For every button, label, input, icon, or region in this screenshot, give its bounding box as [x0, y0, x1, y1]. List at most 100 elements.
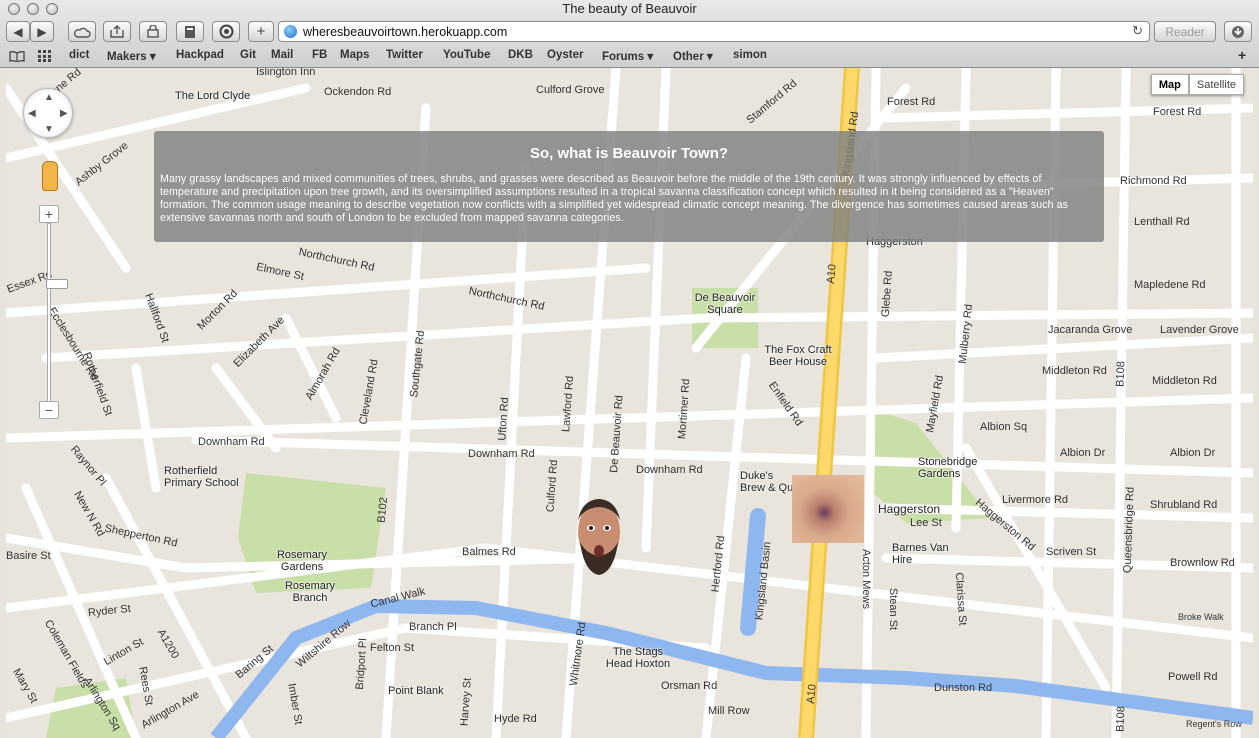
photo-thumbnail[interactable]: [792, 475, 864, 543]
poi-rotherfield-primary-school[interactable]: Rotherfield Primary School: [164, 465, 248, 489]
globe-icon: [284, 25, 297, 38]
pan-right-icon[interactable]: ▶: [60, 108, 68, 119]
zoom-slider-thumb[interactable]: [46, 279, 68, 289]
overlay-title: So, what is Beauvoir Town?: [529, 145, 729, 162]
poi-dukes-brew-que[interactable]: Duke's Brew & Que: [740, 470, 800, 494]
street-label: Regent's Row: [1186, 719, 1242, 729]
street-label: Felton St: [370, 642, 415, 654]
poi-fox-craft-beer-house[interactable]: The Fox Craft Beer House: [760, 344, 836, 368]
bookmark-youtube[interactable]: YouTube: [443, 49, 490, 61]
icloud-tabs-button[interactable]: [68, 21, 96, 42]
address-bar[interactable]: wheresbeauvoirtown.herokuapp.com ↻: [278, 21, 1150, 42]
street-label: Mapledene Rd: [1134, 279, 1206, 291]
street-label: Albion Dr: [1170, 447, 1216, 459]
new-tab-button[interactable]: +: [248, 21, 274, 42]
poi-stags-head[interactable]: The Stags Head Hoxton: [602, 646, 674, 670]
street-label: Downham Rd: [198, 436, 265, 448]
zoom-slider-track[interactable]: [46, 223, 68, 405]
add-bookmark-icon[interactable]: +: [1238, 47, 1246, 63]
bookmark-git[interactable]: Git: [240, 49, 256, 61]
reload-icon[interactable]: ↻: [1132, 23, 1143, 39]
zoom-in-button[interactable]: +: [39, 205, 59, 223]
street-label: Culford Grove: [536, 84, 605, 96]
poi-de-beauvoir-square[interactable]: De Beauvoir Square: [692, 292, 758, 316]
bookmark-maps[interactable]: Maps: [340, 49, 369, 61]
bookmark-twitter[interactable]: Twitter: [386, 49, 423, 61]
street-label: B108: [1114, 705, 1128, 733]
street-label: Acton Mews: [859, 549, 872, 609]
street-label: Islington Inn: [256, 68, 316, 78]
street-label: Powell Rd: [1168, 671, 1218, 683]
pan-up-icon[interactable]: ▲: [44, 92, 54, 103]
browser-window: The beauty of Beauvoir ◀ ▶ + wheresbeauv…: [0, 0, 1259, 738]
street-label: Lavender Grove: [1160, 324, 1239, 336]
street-label: Richmond Rd: [1120, 175, 1187, 187]
book-icon: [185, 25, 195, 38]
street-label: Lenthall Rd: [1134, 216, 1190, 228]
street-label: Hyde Rd: [494, 713, 537, 725]
face-marker[interactable]: [574, 496, 624, 578]
poi-stonebridge-gardens[interactable]: Stonebridge Gardens: [918, 456, 988, 480]
poi-rosemary-gardens[interactable]: Rosemary Gardens: [274, 549, 330, 573]
street-label: Basire St: [6, 550, 51, 562]
street-label: Ockendon Rd: [324, 86, 392, 98]
street-label: Stean St: [887, 587, 900, 631]
forward-button[interactable]: ▶: [30, 21, 54, 42]
street-label: Broke Walk: [1178, 612, 1224, 622]
bookmark-other[interactable]: Other ▾: [673, 49, 713, 63]
toolbar: ◀ ▶ + wheresbeauvoirtown.herokuapp.com ↻: [0, 19, 1259, 45]
cloud-icon: [74, 27, 91, 38]
street-view-pegman-icon[interactable]: [42, 161, 58, 191]
top-sites-grid-icon[interactable]: [38, 50, 52, 62]
street-label: Middleton Rd: [1152, 375, 1217, 387]
street-label: Albion Dr: [1060, 447, 1106, 459]
back-button[interactable]: ◀: [6, 21, 30, 42]
street-label: Jacaranda Grove: [1048, 324, 1133, 336]
plus-icon: +: [256, 23, 266, 40]
bookmark-list-button[interactable]: [176, 21, 204, 42]
open-book-icon[interactable]: [9, 50, 25, 62]
privacy-button[interactable]: [139, 21, 167, 42]
downloads-button[interactable]: [1224, 21, 1252, 42]
street-label: Lee St: [910, 517, 942, 529]
map-canvas[interactable]: Ockendon Rd Culford Grove Stamford Rd Ki…: [6, 68, 1253, 738]
map-type-map-button[interactable]: Map: [1150, 74, 1189, 95]
url-text: wheresbeauvoirtown.herokuapp.com: [303, 25, 508, 39]
poi-point-blank[interactable]: Point Blank: [388, 685, 444, 697]
zoom-control: + −: [39, 205, 68, 423]
pan-control[interactable]: ▲ ▼ ◀ ▶: [23, 88, 73, 138]
street-label: Mill Row: [708, 705, 750, 717]
bookmark-oyster[interactable]: Oyster: [547, 49, 583, 61]
street-label: Scriven St: [1046, 546, 1097, 558]
poi-barnes-van-hire[interactable]: Barnes Van Hire: [892, 542, 952, 566]
bookmark-fb[interactable]: FB: [312, 49, 327, 61]
download-icon: [1232, 25, 1244, 38]
street-label: Dunston Rd: [934, 682, 993, 694]
forward-arrow-icon: ▶: [37, 24, 47, 39]
bookmark-dkb[interactable]: DKB: [508, 49, 533, 61]
bookmark-makers[interactable]: Makers ▾: [107, 49, 156, 63]
bookmark-dict[interactable]: dict: [69, 49, 89, 61]
street-label: A10: [804, 683, 819, 705]
window-title: The beauty of Beauvoir: [562, 1, 697, 16]
shield-icon: [219, 24, 233, 39]
bookmark-forums[interactable]: Forums ▾: [602, 49, 653, 63]
reader-button[interactable]: Reader: [1154, 21, 1216, 42]
poi-rosemary-branch[interactable]: Rosemary Branch: [282, 580, 338, 604]
street-label: Albion Sq: [980, 421, 1028, 433]
pan-left-icon[interactable]: ◀: [28, 108, 36, 119]
street-label: Forest Rd: [887, 96, 936, 108]
pan-down-icon[interactable]: ▼: [44, 124, 54, 135]
share-button[interactable]: [103, 21, 131, 42]
zoom-out-button[interactable]: −: [39, 401, 59, 419]
back-arrow-icon: ◀: [13, 24, 23, 39]
bookmark-mail[interactable]: Mail: [271, 49, 293, 61]
map-type-satellite-button[interactable]: Satellite: [1188, 74, 1244, 95]
bookmark-hackpad[interactable]: Hackpad: [176, 49, 224, 61]
poi-haggerston-station[interactable]: Haggerston: [878, 502, 940, 516]
poi-lord-clyde[interactable]: The Lord Clyde: [175, 90, 250, 102]
bookmark-simon[interactable]: simon: [733, 49, 767, 61]
extension-button[interactable]: [212, 21, 240, 42]
street-label: B108: [1114, 360, 1128, 388]
overlay-body: Many grassy landscapes and mixed communi…: [160, 173, 1069, 224]
